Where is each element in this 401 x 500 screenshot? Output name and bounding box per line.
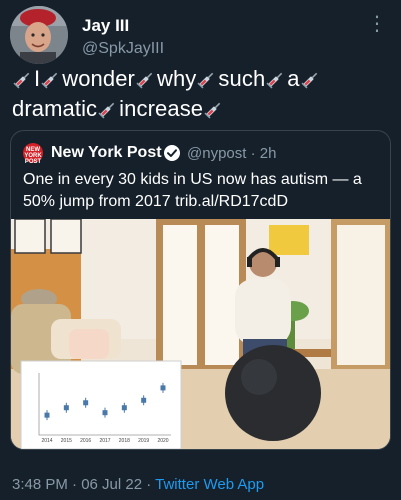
- syringe-icon: [136, 67, 156, 89]
- inset-chart-point: [160, 385, 166, 391]
- inset-chart-tick-label: 2019: [138, 438, 149, 444]
- tweet-header: Jay III @SpkJayIII ⋮: [10, 6, 391, 66]
- inset-chart-point: [102, 410, 108, 416]
- quoted-tweet-header: NEW YORK POST New York Post @nypost · 2h: [23, 143, 383, 165]
- more-vertical-icon[interactable]: ⋮: [367, 14, 387, 34]
- avatar[interactable]: [10, 6, 68, 64]
- syringe-icon: [197, 67, 217, 89]
- tweet-word: increase: [119, 96, 204, 121]
- syringe-icon: [204, 97, 224, 119]
- tweet-text: Iwonder why such a dramatic increase: [12, 64, 392, 124]
- inset-chart-tick-label: 2014: [41, 438, 52, 444]
- quoted-author-handle[interactable]: @nypost · 2h: [187, 145, 276, 162]
- syringe-icon: [266, 67, 286, 89]
- tweet-word: dramatic: [12, 96, 98, 121]
- timestamp[interactable]: 3:48 PM · 06 Jul 22 ·: [12, 476, 155, 493]
- inset-chart-tick-label: 2015: [61, 438, 72, 444]
- inset-chart-point: [83, 400, 89, 406]
- avatar-photo: [10, 6, 68, 64]
- quoted-tweet-text: One in every 30 kids in US now has autis…: [23, 171, 362, 210]
- syringe-icon: [13, 67, 33, 89]
- inset-chart-tick-label: 2017: [99, 438, 110, 444]
- syringe-icon: [301, 67, 321, 89]
- inset-chart-point: [141, 397, 147, 403]
- inset-chart-tick-label: 2018: [119, 438, 130, 444]
- verified-badge-icon: [164, 145, 180, 161]
- quoted-author-name[interactable]: New York Post: [51, 144, 162, 162]
- new-york-post-logo[interactable]: NEW YORK POST: [23, 143, 43, 165]
- article-photo: 2014 2015 2016 2017 2018 2019 2020: [11, 219, 390, 449]
- source-link[interactable]: Twitter Web App: [155, 476, 264, 493]
- author-name[interactable]: Jay III: [82, 16, 129, 36]
- inset-chart-tick-label: 2016: [80, 438, 91, 444]
- tweet-word: such: [218, 66, 266, 91]
- inset-chart-point: [63, 405, 69, 411]
- inset-chart-point: [44, 412, 50, 418]
- quoted-tweet[interactable]: NEW YORK POST New York Post @nypost · 2h O…: [10, 130, 391, 450]
- inset-chart-tick-label: 2020: [157, 438, 168, 444]
- syringe-icon: [41, 67, 61, 89]
- quoted-tweet-image[interactable]: 2014 2015 2016 2017 2018 2019 2020: [11, 219, 390, 449]
- inset-chart-point: [121, 405, 127, 411]
- tweet-word: I: [34, 66, 41, 91]
- tweet-footer: 3:48 PM · 06 Jul 22 · Twitter Web App: [12, 476, 264, 493]
- tweet-word: why: [156, 66, 197, 91]
- quoted-time: · 2h: [250, 145, 277, 162]
- author-handle[interactable]: @SpkJayIII: [82, 40, 164, 58]
- tweet-word: a: [287, 66, 300, 91]
- syringe-icon: [98, 97, 118, 119]
- tweet-word: wonder: [62, 66, 135, 91]
